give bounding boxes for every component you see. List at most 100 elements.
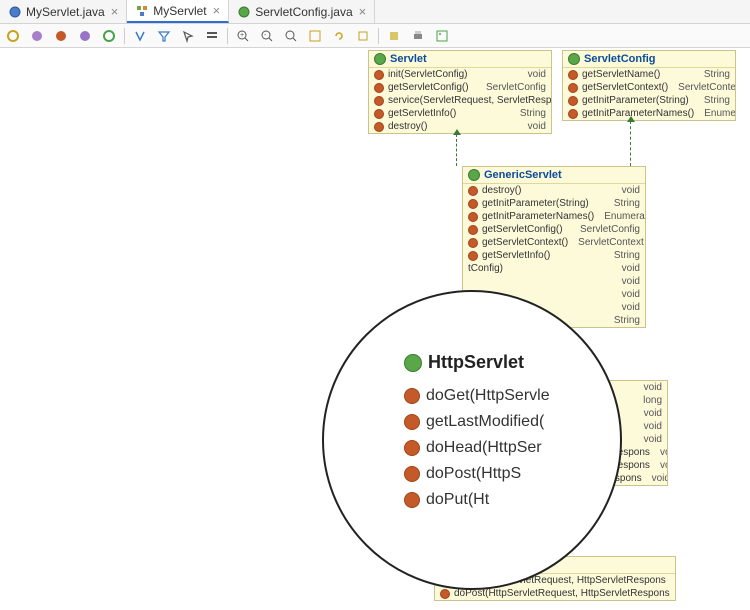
box-title: GenericServlet bbox=[484, 169, 562, 181]
method-icon bbox=[404, 466, 420, 482]
method-icon bbox=[568, 83, 578, 93]
method-return: void bbox=[638, 408, 662, 419]
method-return: void bbox=[654, 460, 667, 471]
dependency-arrow bbox=[630, 121, 631, 166]
method-name: doHead(HttpSer bbox=[426, 439, 542, 457]
toolbar-separator bbox=[227, 28, 228, 44]
box-title: HttpServlet bbox=[428, 352, 524, 373]
method-name: getLastModified( bbox=[426, 413, 544, 431]
method-return: void bbox=[674, 588, 675, 599]
method-icon bbox=[374, 70, 384, 80]
method-return: ServletConfig bbox=[574, 224, 640, 235]
method-return: void bbox=[654, 447, 667, 458]
method-name: doGet(HttpServle bbox=[426, 387, 550, 405]
method-return: void bbox=[638, 382, 662, 393]
close-icon[interactable]: × bbox=[357, 4, 367, 19]
align-icon[interactable] bbox=[203, 27, 221, 45]
method-icon bbox=[568, 109, 578, 119]
info-filter-icon[interactable] bbox=[100, 27, 118, 45]
select-icon[interactable] bbox=[179, 27, 197, 45]
toolbar-separator bbox=[124, 28, 125, 44]
svg-text:-: - bbox=[264, 32, 267, 39]
method-name: getServletName() bbox=[582, 69, 660, 80]
tab-servletconfig-java[interactable]: ServletConfig.java × bbox=[229, 0, 375, 23]
method-return: void bbox=[616, 263, 640, 274]
method-name: getInitParameter(String) bbox=[482, 198, 589, 209]
method-return: void bbox=[616, 289, 640, 300]
method-return: void bbox=[616, 276, 640, 287]
method-return: String bbox=[608, 250, 640, 261]
method-name: tConfig) bbox=[468, 263, 503, 274]
collapse-all-icon[interactable] bbox=[385, 27, 403, 45]
magnifier-lens: HttpServlet doGet(HttpServle getLastModi… bbox=[322, 290, 622, 590]
close-icon[interactable]: × bbox=[211, 3, 221, 18]
class-icon bbox=[468, 169, 480, 181]
zoom-in-icon[interactable]: + bbox=[234, 27, 252, 45]
print-icon[interactable] bbox=[409, 27, 427, 45]
svg-text:+: + bbox=[240, 32, 244, 39]
close-icon[interactable]: × bbox=[109, 4, 119, 19]
package-filter-icon[interactable] bbox=[76, 27, 94, 45]
method-icon bbox=[468, 251, 478, 261]
save-image-icon[interactable] bbox=[433, 27, 451, 45]
method-name: doPost(HttpServletRequest, HttpServletRe… bbox=[454, 588, 670, 599]
method-name: getInitParameterNames() bbox=[482, 211, 594, 222]
method-filter-icon[interactable] bbox=[28, 27, 46, 45]
method-return: ServletContext bbox=[572, 237, 644, 248]
box-title: ServletConfig bbox=[584, 53, 656, 65]
filter-icon[interactable] bbox=[155, 27, 173, 45]
interface-icon bbox=[374, 53, 386, 65]
diagram-canvas[interactable]: Servlet init(ServletConfig) void getServl… bbox=[0, 48, 750, 610]
uml-box-servlet[interactable]: Servlet init(ServletConfig)void getServl… bbox=[368, 50, 552, 134]
method-icon bbox=[404, 388, 420, 404]
method-name: doPut(Ht bbox=[426, 491, 489, 509]
toolbar-separator bbox=[378, 28, 379, 44]
box-title: Servlet bbox=[390, 53, 427, 65]
method-name: getInitParameterNames() bbox=[582, 108, 694, 119]
interface-icon bbox=[568, 53, 580, 65]
method-return: void bbox=[616, 302, 640, 313]
method-icon bbox=[468, 225, 478, 235]
dependency-arrow bbox=[456, 134, 457, 166]
relayout-icon[interactable] bbox=[306, 27, 324, 45]
method-name: getServletContext() bbox=[482, 237, 568, 248]
tab-label: ServletConfig.java bbox=[255, 5, 352, 19]
method-name: destroy() bbox=[482, 185, 521, 196]
tab-myservlet-diagram[interactable]: MyServlet × bbox=[127, 0, 229, 23]
method-return: long bbox=[637, 395, 662, 406]
method-name: getServletInfo() bbox=[482, 250, 550, 261]
zoom-fit-icon[interactable] bbox=[282, 27, 300, 45]
export-icon[interactable] bbox=[354, 27, 372, 45]
method-icon bbox=[374, 96, 384, 106]
method-name: getServletConfig() bbox=[482, 224, 563, 235]
method-icon bbox=[374, 122, 384, 132]
tab-myservlet-java[interactable]: MyServlet.java × bbox=[0, 0, 127, 23]
method-return: String bbox=[514, 108, 546, 119]
hierarchy-filter-icon[interactable] bbox=[131, 27, 149, 45]
method-return: Enumeration bbox=[598, 211, 645, 222]
interface-filter-icon[interactable] bbox=[4, 27, 22, 45]
editor-tabbar: MyServlet.java × MyServlet × ServletConf… bbox=[0, 0, 750, 24]
class-diagram-icon bbox=[135, 4, 149, 18]
method-return: String bbox=[608, 198, 640, 209]
method-name: init(ServletConfig) bbox=[388, 69, 467, 80]
zoom-out-icon[interactable]: - bbox=[258, 27, 276, 45]
method-name: getServletConfig() bbox=[388, 82, 469, 93]
method-return: ServletContext bbox=[672, 82, 735, 93]
method-icon bbox=[568, 70, 578, 80]
method-icon bbox=[404, 414, 420, 430]
uml-box-servletconfig[interactable]: ServletConfig getServletName() String get… bbox=[562, 50, 736, 121]
refresh-icon[interactable] bbox=[330, 27, 348, 45]
tab-label: MyServlet bbox=[153, 4, 206, 18]
method-name: service(ServletRequest, ServletRespons bbox=[388, 95, 551, 106]
method-return: void bbox=[638, 421, 662, 432]
method-icon bbox=[404, 440, 420, 456]
java-file-icon bbox=[8, 5, 22, 19]
method-return: String bbox=[698, 69, 730, 80]
uml-box-httpservlet[interactable]: HttpServlet doGet(HttpServle getLastModi… bbox=[404, 352, 550, 513]
class-filter-icon[interactable] bbox=[52, 27, 70, 45]
class-icon bbox=[404, 354, 422, 372]
interface-file-icon bbox=[237, 5, 251, 19]
method-return: void bbox=[646, 473, 667, 484]
method-icon bbox=[468, 212, 478, 222]
